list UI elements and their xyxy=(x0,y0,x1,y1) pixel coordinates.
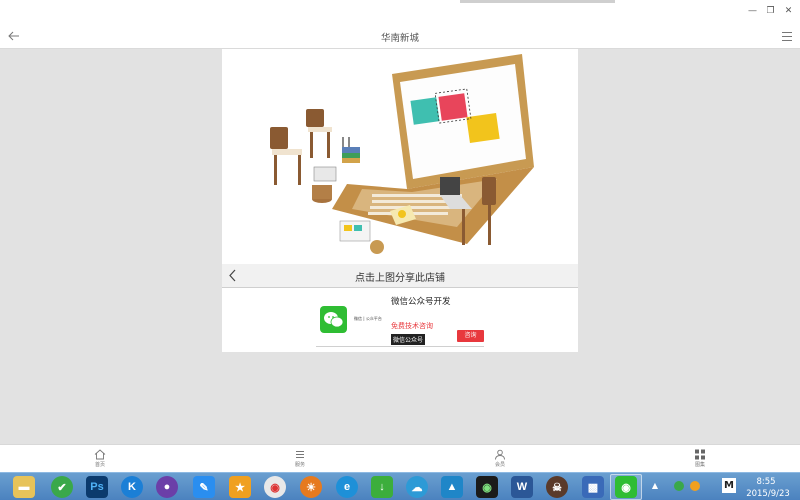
shop-card: 点击上图分享此店铺 微信 | 公众平台 微信公众号开发 免费技术咨询 微信公众号… xyxy=(222,49,578,352)
list-icon xyxy=(296,451,304,458)
clock-time[interactable]: 8:55 xyxy=(742,476,790,488)
user-icon xyxy=(495,449,505,460)
security-shield-icon[interactable]: ★ xyxy=(229,476,251,498)
nav-gallery-label: 图集 xyxy=(694,462,705,468)
minimize-icon[interactable]: — xyxy=(747,5,758,17)
tray-expand-icon[interactable]: ▲ xyxy=(652,481,658,490)
window-titlebar: — ❐ ✕ xyxy=(0,0,800,24)
nav-services[interactable]: 服务 xyxy=(288,449,312,468)
restore-icon[interactable]: ❐ xyxy=(765,5,776,17)
nav-member-label: 会员 xyxy=(494,462,505,468)
os-taskbar: ▬ ✔ Ps K ● ✎ ★ ◉ ☀ e ↓ ☁ ▲ ◉ W ☠ ▩ ◉ ▲ M… xyxy=(0,472,800,500)
remote-desktop-icon[interactable]: ▩ xyxy=(582,476,604,498)
eye-app-icon[interactable]: ◉ xyxy=(476,476,498,498)
ad-title: 微信公众号开发 xyxy=(391,297,451,307)
bottom-nav: 首页 服务 会员 图集 xyxy=(0,444,800,472)
download-app-icon[interactable]: ↓ xyxy=(371,476,393,498)
share-text: 点击上图分享此店铺 xyxy=(355,273,445,284)
grid-icon xyxy=(695,449,705,460)
wechat-ad-banner[interactable]: 微信 | 公众平台 微信公众号开发 免费技术咨询 微信公众号 咨询 xyxy=(314,290,486,348)
nav-gallery[interactable]: 图集 xyxy=(688,449,712,468)
ad-tag: 微信公众号 xyxy=(391,334,426,345)
nav-member[interactable]: 会员 xyxy=(488,449,512,468)
network-app-icon[interactable]: ▲ xyxy=(441,476,463,498)
ime-indicator[interactable]: M xyxy=(722,478,736,493)
page-title: 华南新城 xyxy=(380,33,419,44)
hero-image[interactable] xyxy=(222,49,578,264)
game-app-icon[interactable]: ☠ xyxy=(546,476,568,498)
wechat-taskbar-icon[interactable]: ◉ xyxy=(615,476,637,498)
close-icon[interactable]: ✕ xyxy=(783,5,794,17)
ie-icon[interactable]: e xyxy=(336,476,358,498)
clock-date[interactable]: 2015/9/23 xyxy=(740,488,796,500)
tray-qq-icon[interactable] xyxy=(690,481,700,491)
home-icon xyxy=(94,449,106,460)
share-bar[interactable]: 点击上图分享此店铺 xyxy=(222,264,578,287)
cloud-app-icon[interactable]: ☁ xyxy=(406,476,428,498)
browser-purple-icon[interactable]: ● xyxy=(156,476,178,498)
nav-home-label: 首页 xyxy=(94,462,105,468)
tray-app-icon[interactable] xyxy=(674,481,684,491)
nav-services-label: 服务 xyxy=(294,462,305,468)
wechat-logo-icon xyxy=(320,306,347,333)
nav-home[interactable]: 首页 xyxy=(88,449,112,468)
ad-free-consult: 免费技术咨询 xyxy=(391,322,433,330)
laptop-illustration-image xyxy=(270,54,534,254)
edit-app-icon[interactable]: ✎ xyxy=(193,476,215,498)
window-controls: — ❐ ✕ xyxy=(747,5,794,17)
word-icon[interactable]: W xyxy=(511,476,533,498)
photoshop-icon[interactable]: Ps xyxy=(86,476,108,498)
ad-divider xyxy=(316,346,484,347)
titlebar-highlight xyxy=(460,0,615,3)
kugou-icon[interactable]: K xyxy=(121,476,143,498)
wechat-platform-label: 微信 | 公众平台 xyxy=(354,316,382,321)
divider xyxy=(222,287,578,288)
file-explorer-icon[interactable]: ▬ xyxy=(13,476,35,498)
app-green-icon[interactable]: ✔ xyxy=(51,476,73,498)
app-header: 华南新城 xyxy=(0,24,800,49)
consult-button[interactable]: 咨询 xyxy=(457,330,484,342)
chrome-icon[interactable]: ◉ xyxy=(264,476,286,498)
firefox-icon[interactable]: ☀ xyxy=(300,476,322,498)
hamburger-menu-icon[interactable] xyxy=(782,32,792,41)
